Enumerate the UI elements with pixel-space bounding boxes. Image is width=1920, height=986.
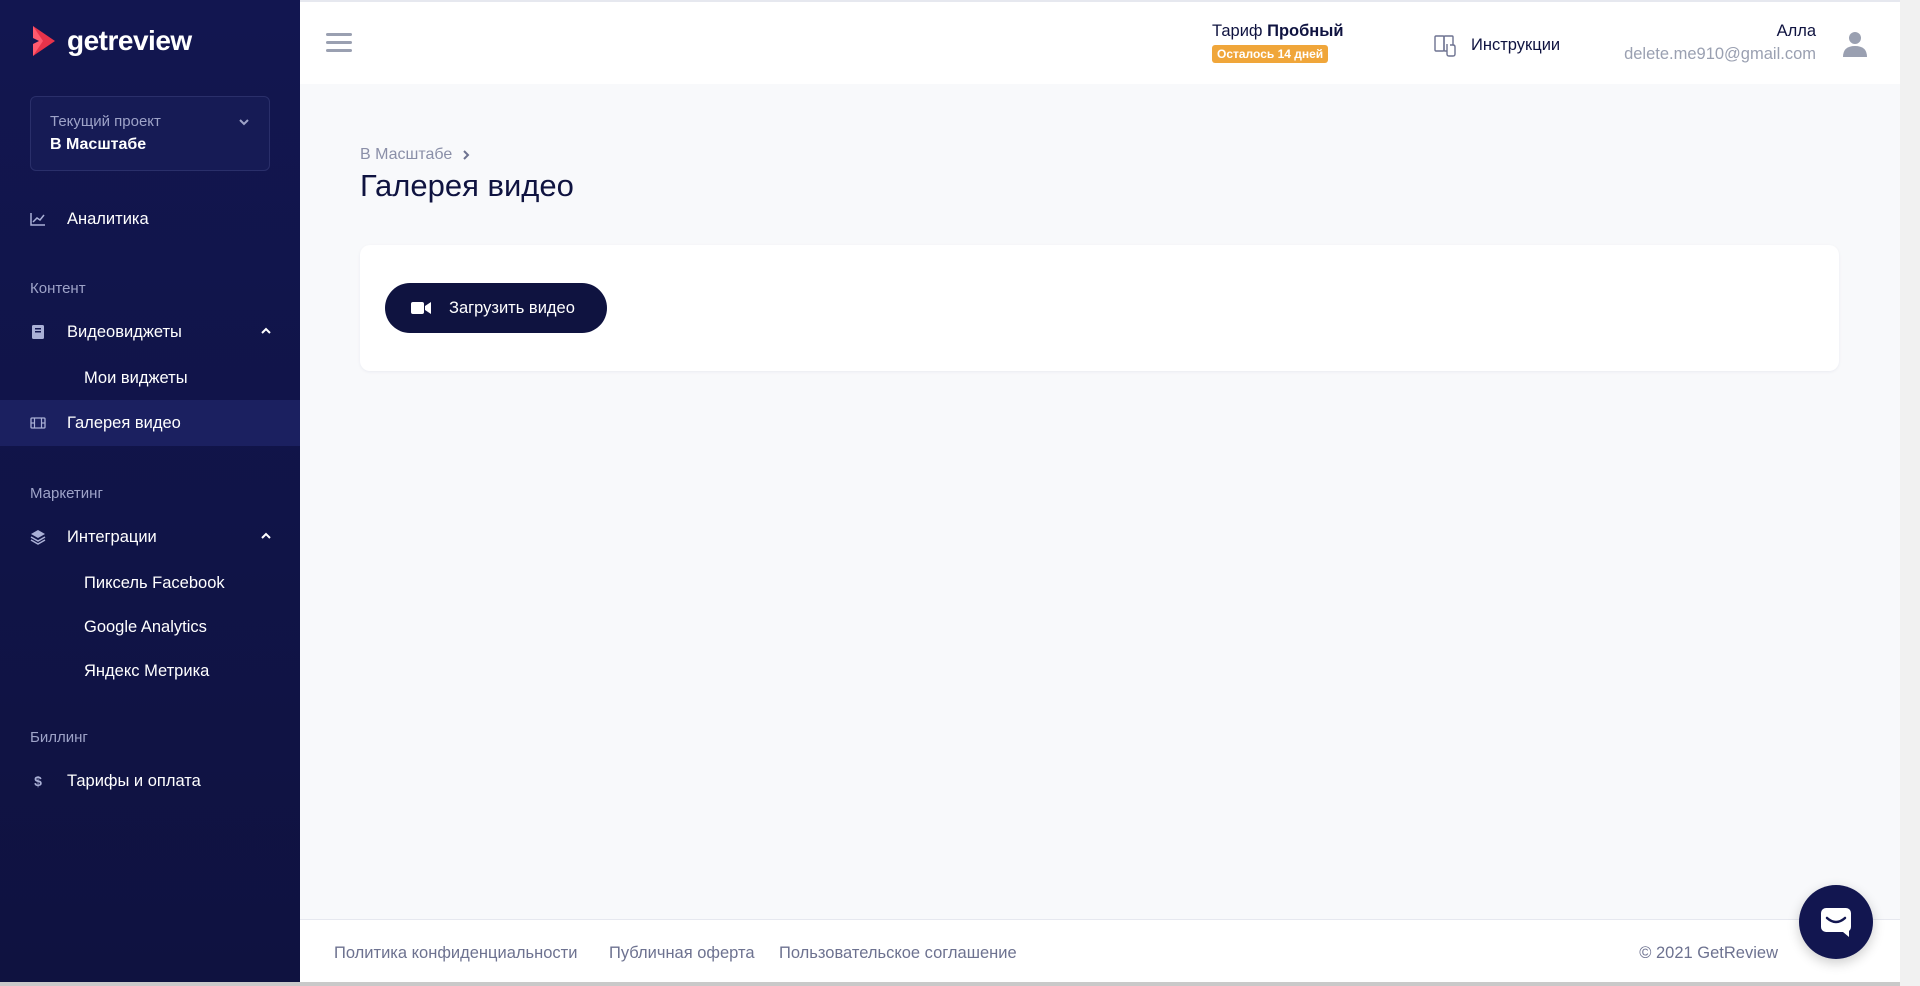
footer-copyright: © 2021 GetReview xyxy=(1639,944,1778,962)
breadcrumb-link[interactable]: В Масштабе xyxy=(360,146,452,164)
user-avatar-icon[interactable] xyxy=(1842,30,1868,58)
layers-icon xyxy=(30,530,46,545)
sidebar-item-tariffs[interactable]: $ Тарифы и оплата xyxy=(0,758,300,804)
chevron-down-icon xyxy=(239,119,249,126)
book-hand-icon xyxy=(1434,35,1456,57)
section-marketing-label: Маркетинг xyxy=(30,485,103,502)
plan-line: Тариф Пробный xyxy=(1212,22,1344,41)
plan-prefix: Тариф xyxy=(1212,22,1263,40)
project-selector[interactable]: Текущий проект В Масштабе xyxy=(30,96,270,171)
project-label: Текущий проект xyxy=(50,113,161,130)
user-info[interactable]: Алла delete.me910@gmail.com xyxy=(1624,22,1816,64)
user-email: delete.me910@gmail.com xyxy=(1624,45,1816,63)
page-scrollbar[interactable] xyxy=(1900,0,1920,986)
instructions-label: Инструкции xyxy=(1471,35,1561,54)
chevron-up-icon xyxy=(261,327,271,334)
chevron-right-icon xyxy=(463,150,470,160)
sidebar-item-label: Тарифы и оплата xyxy=(67,771,201,790)
upload-video-label: Загрузить видео xyxy=(449,298,575,317)
sidebar-item-yandex-metrika[interactable]: Яндекс Метрика xyxy=(84,656,209,686)
section-content-label: Контент xyxy=(30,280,86,297)
gallery-card: Загрузить видео xyxy=(360,245,1839,371)
sidebar-item-label: Галерея видео xyxy=(67,413,181,432)
sidebar: getreview Текущий проект В Масштабе Анал… xyxy=(0,0,300,986)
logo[interactable]: getreview xyxy=(29,24,192,58)
logo-icon xyxy=(33,26,55,56)
instructions-link[interactable]: Инструкции xyxy=(1433,32,1560,58)
document-icon xyxy=(32,325,44,339)
chat-icon xyxy=(1821,908,1851,937)
chart-line-icon xyxy=(30,213,45,226)
sidebar-item-videowidgets[interactable]: Видеовиджеты xyxy=(0,309,300,355)
footer-privacy-link[interactable]: Политика конфиденциальности xyxy=(334,944,577,963)
video-camera-icon xyxy=(411,302,431,314)
breadcrumb: В Масштабе xyxy=(360,146,470,164)
footer-offer-link[interactable]: Публичная оферта xyxy=(609,944,755,963)
sidebar-item-label: Интеграции xyxy=(67,527,157,546)
chat-widget-button[interactable] xyxy=(1799,885,1873,959)
sidebar-item-label: Аналитика xyxy=(67,209,149,228)
plan-name: Пробный xyxy=(1267,22,1344,40)
dollar-icon: $ xyxy=(34,773,42,789)
footer: Политика конфиденциальности Публичная оф… xyxy=(300,919,1900,982)
bottom-edge xyxy=(0,982,1900,986)
sidebar-item-analytics[interactable]: Аналитика xyxy=(0,196,300,242)
sidebar-item-my-widgets[interactable]: Мои виджеты xyxy=(84,363,188,393)
sidebar-item-label: Видеовиджеты xyxy=(67,322,182,341)
sidebar-item-fb-pixel[interactable]: Пиксель Facebook xyxy=(84,568,225,598)
plan-info: Тариф Пробный Осталось 14 дней xyxy=(1212,22,1344,63)
film-icon xyxy=(30,417,46,429)
project-name: В Масштабе xyxy=(50,136,147,153)
section-billing-label: Биллинг xyxy=(30,729,88,746)
footer-agreement-link[interactable]: Пользовательское соглашение xyxy=(779,944,1017,963)
user-name: Алла xyxy=(1776,22,1816,40)
sidebar-item-google-analytics[interactable]: Google Analytics xyxy=(84,612,207,642)
page-title: Галерея видео xyxy=(360,168,574,203)
sidebar-item-integrations[interactable]: Интеграции xyxy=(0,514,300,560)
top-bar: Тариф Пробный Осталось 14 дней Инструкци… xyxy=(300,0,1900,84)
plan-days-badge: Осталось 14 дней xyxy=(1212,45,1329,63)
menu-toggle-icon[interactable] xyxy=(326,33,352,55)
chevron-up-icon xyxy=(261,532,271,539)
upload-video-button[interactable]: Загрузить видео xyxy=(385,283,607,333)
logo-text: getreview xyxy=(67,25,192,56)
sidebar-item-gallery[interactable]: Галерея видео xyxy=(0,400,300,446)
